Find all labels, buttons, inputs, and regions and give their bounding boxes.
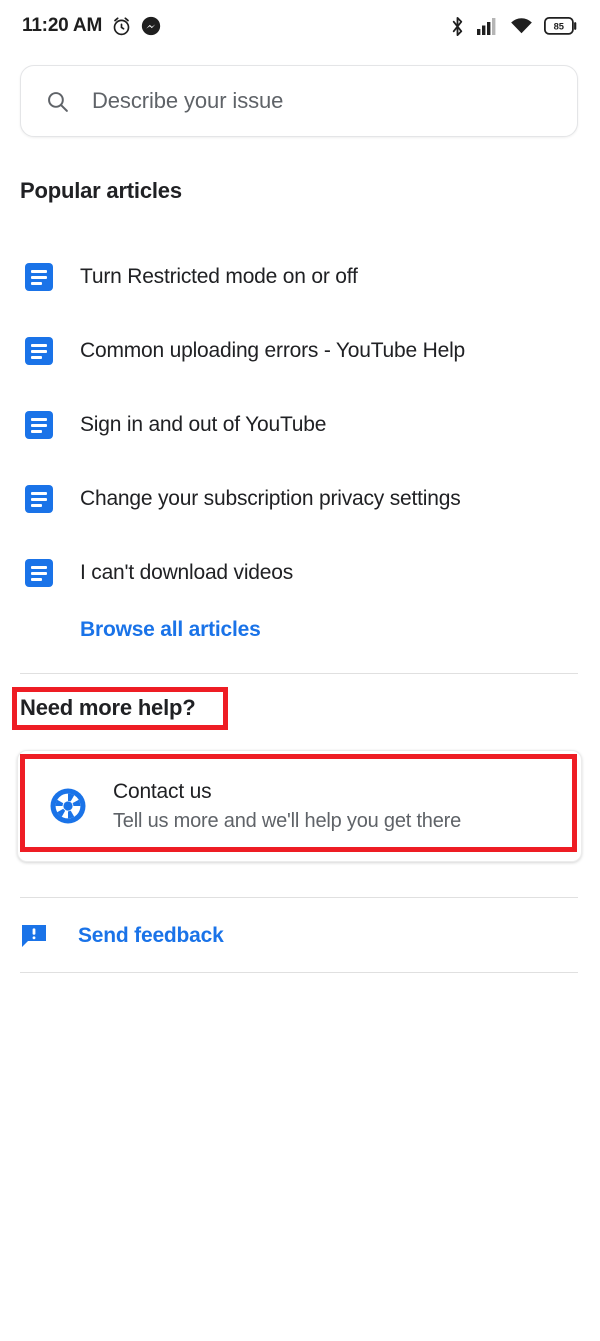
send-feedback-row[interactable]: Send feedback	[20, 908, 578, 964]
divider	[20, 897, 578, 898]
article-list-item[interactable]: Sign in and out of YouTube	[0, 388, 600, 462]
article-icon	[25, 559, 53, 587]
messenger-icon	[141, 16, 161, 36]
send-feedback-label: Send feedback	[78, 924, 224, 947]
article-label: Sign in and out of YouTube	[80, 413, 327, 436]
status-bar-clock: 11:20 AM	[22, 15, 103, 36]
article-icon	[25, 485, 53, 513]
search-placeholder: Describe your issue	[92, 88, 284, 113]
article-label: I can't download videos	[80, 561, 294, 584]
svg-text:85: 85	[554, 21, 564, 32]
article-list-item[interactable]: Change your subscription privacy setting…	[0, 462, 600, 536]
contact-us-subtitle: Tell us more and we'll help you get ther…	[113, 809, 462, 832]
article-label: Turn Restricted mode on or off	[80, 265, 358, 288]
cellular-signal-icon	[477, 17, 499, 35]
browse-all-articles-link[interactable]: Browse all articles	[80, 618, 261, 642]
bluetooth-icon	[449, 16, 466, 37]
contact-us-texts: Contact us Tell us more and we'll help y…	[113, 780, 461, 833]
popular-articles-heading: Popular articles	[20, 178, 182, 203]
article-list-item[interactable]: Turn Restricted mode on or off	[0, 240, 600, 314]
contact-us-card[interactable]: Contact us Tell us more and we'll help y…	[17, 750, 582, 862]
support-wheel-icon	[48, 786, 88, 826]
feedback-bubble-icon	[20, 922, 48, 950]
article-icon	[25, 337, 53, 365]
article-label: Change your subscription privacy setting…	[80, 487, 461, 510]
article-label: Common uploading errors - YouTube Help	[80, 339, 466, 362]
status-bar-right: 85	[449, 16, 578, 37]
contact-us-title: Contact us	[113, 779, 212, 803]
status-bar: 11:20 AM 85	[0, 0, 600, 52]
article-icon	[25, 263, 53, 291]
article-list-item[interactable]: I can't download videos	[0, 536, 600, 610]
wifi-icon	[510, 17, 533, 35]
article-list-item[interactable]: Common uploading errors - YouTube Help	[0, 314, 600, 388]
popular-articles-list: Turn Restricted mode on or off Common up…	[0, 240, 600, 610]
status-bar-left: 11:20 AM	[22, 15, 161, 37]
divider	[20, 972, 578, 973]
divider	[20, 673, 578, 674]
battery-icon: 85	[544, 17, 578, 35]
alarm-clock-icon	[111, 16, 132, 37]
search-input[interactable]: Describe your issue	[20, 65, 578, 137]
article-icon	[25, 411, 53, 439]
help-screen: 11:20 AM 85 Describe your issue Popular …	[0, 0, 600, 1341]
search-icon	[45, 89, 70, 114]
need-more-help-heading: Need more help?	[20, 695, 196, 720]
